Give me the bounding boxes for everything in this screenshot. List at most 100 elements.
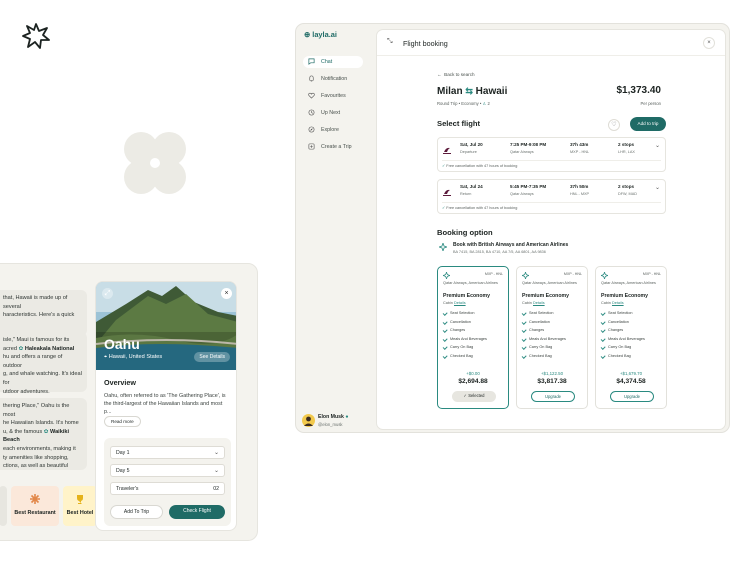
category-pill[interactable] bbox=[0, 486, 7, 526]
nav-explore[interactable]: Explore bbox=[303, 124, 363, 136]
nav-label: Favourites bbox=[321, 93, 346, 99]
travelers-label: Traveler's bbox=[116, 486, 139, 492]
haleakala-link[interactable]: Haleakala National bbox=[25, 346, 74, 352]
upgrade-button[interactable]: Upgrade bbox=[610, 391, 654, 402]
travelers-field[interactable]: Traveler's 02 bbox=[110, 482, 225, 495]
passenger-count: 2 bbox=[487, 101, 490, 106]
heart-icon bbox=[308, 92, 315, 99]
user-profile[interactable]: Elon Musk ● @elon_musk bbox=[302, 413, 372, 429]
upgrade-button[interactable]: Upgrade bbox=[531, 391, 575, 402]
flight-duration: 37h 43m bbox=[570, 142, 589, 147]
nav-favourites[interactable]: Favourites bbox=[303, 90, 363, 102]
select-flight-heading: Select flight bbox=[437, 119, 481, 128]
user-name: Elon Musk bbox=[318, 414, 344, 420]
fare-total: $2,694.88 bbox=[458, 378, 488, 385]
fare-card[interactable]: MXP - HNL Qatar Airways, American Airlin… bbox=[595, 266, 667, 409]
flight-row-departure[interactable]: Sat, Jul 20 Departure 7:25 PM-9:08 PM Qa… bbox=[437, 137, 666, 172]
nav-create-trip[interactable]: Create a Trip bbox=[303, 141, 363, 153]
fare-airline: Qatar Airways, American Airlines bbox=[601, 281, 656, 285]
flight-stops: 2 stops bbox=[618, 142, 635, 147]
selected-button[interactable]: ✓ Selected bbox=[452, 391, 496, 402]
fare-feature: Cancellation bbox=[443, 320, 487, 329]
day-start-select[interactable]: Day 1 ⌄ bbox=[110, 446, 225, 459]
trip-type: Round Trip bbox=[437, 101, 458, 106]
heart-icon[interactable]: ♡ bbox=[608, 119, 620, 131]
fare-feature: Checked Bag bbox=[522, 354, 566, 363]
up-next-icon bbox=[308, 109, 315, 116]
cancellation-note: ✓ Free cancellation with 47 hours of boo… bbox=[442, 163, 517, 168]
fare-delta: +$1,679.70 bbox=[619, 371, 643, 376]
star-logo-icon bbox=[22, 23, 50, 49]
cabin-details-link[interactable]: Details bbox=[533, 301, 545, 305]
fare-card[interactable]: MXP - HNL Qatar Airways, American Airlin… bbox=[516, 266, 588, 409]
fare-icon bbox=[601, 272, 608, 279]
airline-alliance-icon bbox=[439, 243, 447, 251]
brand[interactable]: ⊕ layla.ai bbox=[304, 30, 337, 39]
fare-icon bbox=[522, 272, 529, 279]
fare-feature: Cancellation bbox=[522, 320, 566, 329]
fare-name: Premium Economy bbox=[522, 293, 569, 299]
nav-notification[interactable]: Notification bbox=[303, 73, 363, 85]
close-icon[interactable]: × bbox=[703, 37, 715, 49]
fare-feature: Meals And Beverages bbox=[522, 337, 566, 346]
cabin-details-link[interactable]: Details bbox=[612, 301, 624, 305]
fare-feature: Changes bbox=[601, 328, 645, 337]
flight-date: Sat, Jul 24 bbox=[460, 184, 483, 189]
chat-line: g, and whale watching. It's ideal for bbox=[3, 371, 82, 386]
flight-route: MXP - HNL bbox=[570, 150, 590, 154]
add-to-trip-button[interactable]: Add to trip bbox=[630, 117, 666, 131]
day-end-select[interactable]: Day 5 ⌄ bbox=[110, 464, 225, 477]
nav-chat[interactable]: Chat bbox=[303, 56, 363, 68]
note-text: Free cancellation with 47 hours of booki… bbox=[446, 206, 518, 210]
nav-up-next[interactable]: Up Next bbox=[303, 107, 363, 119]
fare-total: $3,817.38 bbox=[537, 378, 567, 385]
chevron-down-icon[interactable]: ⌄ bbox=[655, 142, 660, 149]
flight-via: LHR, LAX bbox=[618, 150, 635, 154]
fare-cabin: Cabin Details bbox=[601, 301, 624, 305]
expand-icon[interactable]: ⤢ bbox=[102, 288, 113, 299]
select-value: Day 5 bbox=[116, 468, 130, 474]
chat-line: acred ✿ Haleakala National bbox=[3, 345, 75, 352]
fare-icon bbox=[443, 272, 450, 279]
best-hotel-pill[interactable]: Best Hotel bbox=[63, 486, 97, 526]
cabin-details-link[interactable]: Details bbox=[454, 301, 466, 305]
fare-card[interactable]: MXP - HNL Qatar Airways, American Airlin… bbox=[437, 266, 509, 409]
qatar-airways-logo-icon bbox=[443, 147, 451, 154]
check-icon: ✓ bbox=[463, 393, 468, 398]
best-restaurant-pill[interactable]: Best Restaurant bbox=[11, 486, 59, 526]
panel-header: ⤡ Flight booking × bbox=[377, 30, 725, 56]
swap-icon[interactable]: ⇆ bbox=[465, 86, 473, 96]
destination-location: ⌖ Hawaii, United States bbox=[104, 354, 162, 361]
see-details-chip[interactable]: See Details bbox=[194, 352, 230, 362]
destination-card: ⤢ × Oahu ⌖ Hawaii, United States See Det… bbox=[95, 281, 237, 531]
chat-line: utdoor adventures. bbox=[3, 388, 50, 395]
close-icon[interactable]: × bbox=[221, 288, 232, 299]
divider bbox=[442, 160, 661, 161]
flight-date: Sat, Jul 20 bbox=[460, 142, 483, 147]
fare-feature: Checked Bag bbox=[443, 354, 487, 363]
fare-name: Premium Economy bbox=[443, 293, 490, 299]
chat-line: ctions, as well as beautiful bbox=[3, 463, 68, 470]
total-price: $1,373.40 bbox=[616, 85, 662, 96]
flight-route: HNL - MXP bbox=[570, 192, 590, 196]
back-label: Back to search bbox=[444, 72, 475, 77]
collapse-icon[interactable]: ⤡ bbox=[387, 38, 393, 46]
oahu-photo: ⤢ × Oahu ⌖ Hawaii, United States See Det… bbox=[96, 282, 236, 370]
check-flight-button[interactable]: Check Flight bbox=[169, 505, 225, 519]
flight-row-return[interactable]: Sat, Jul 24 Return 5:45 PM-7:35 PM Qatar… bbox=[437, 179, 666, 214]
fare-features: Seat Selection Cancellation Changes Meal… bbox=[601, 311, 645, 363]
back-to-search-link[interactable]: ← Back to search bbox=[437, 72, 475, 77]
chevron-down-icon[interactable]: ⌄ bbox=[655, 184, 660, 191]
nav-label: Up Next bbox=[321, 110, 341, 116]
fare-cabin: Cabin Details bbox=[443, 301, 466, 305]
per-person-label: Per person bbox=[640, 101, 661, 106]
chat-line: haracteristics. Here's a quick bbox=[3, 312, 75, 319]
flight-duration: 37h 50m bbox=[570, 184, 589, 189]
fare-feature: Seat Selection bbox=[522, 311, 566, 320]
flight-time: 7:25 PM-9:08 PM bbox=[510, 142, 547, 147]
flight-via: DFW, MAD bbox=[618, 192, 637, 196]
fare-feature: Carry On Bag bbox=[522, 345, 566, 354]
chat-message: that, Hawaii is made up of several harac… bbox=[0, 290, 87, 336]
read-more-button[interactable]: Read more bbox=[104, 416, 141, 427]
add-to-trip-button[interactable]: Add To Trip bbox=[110, 505, 163, 519]
